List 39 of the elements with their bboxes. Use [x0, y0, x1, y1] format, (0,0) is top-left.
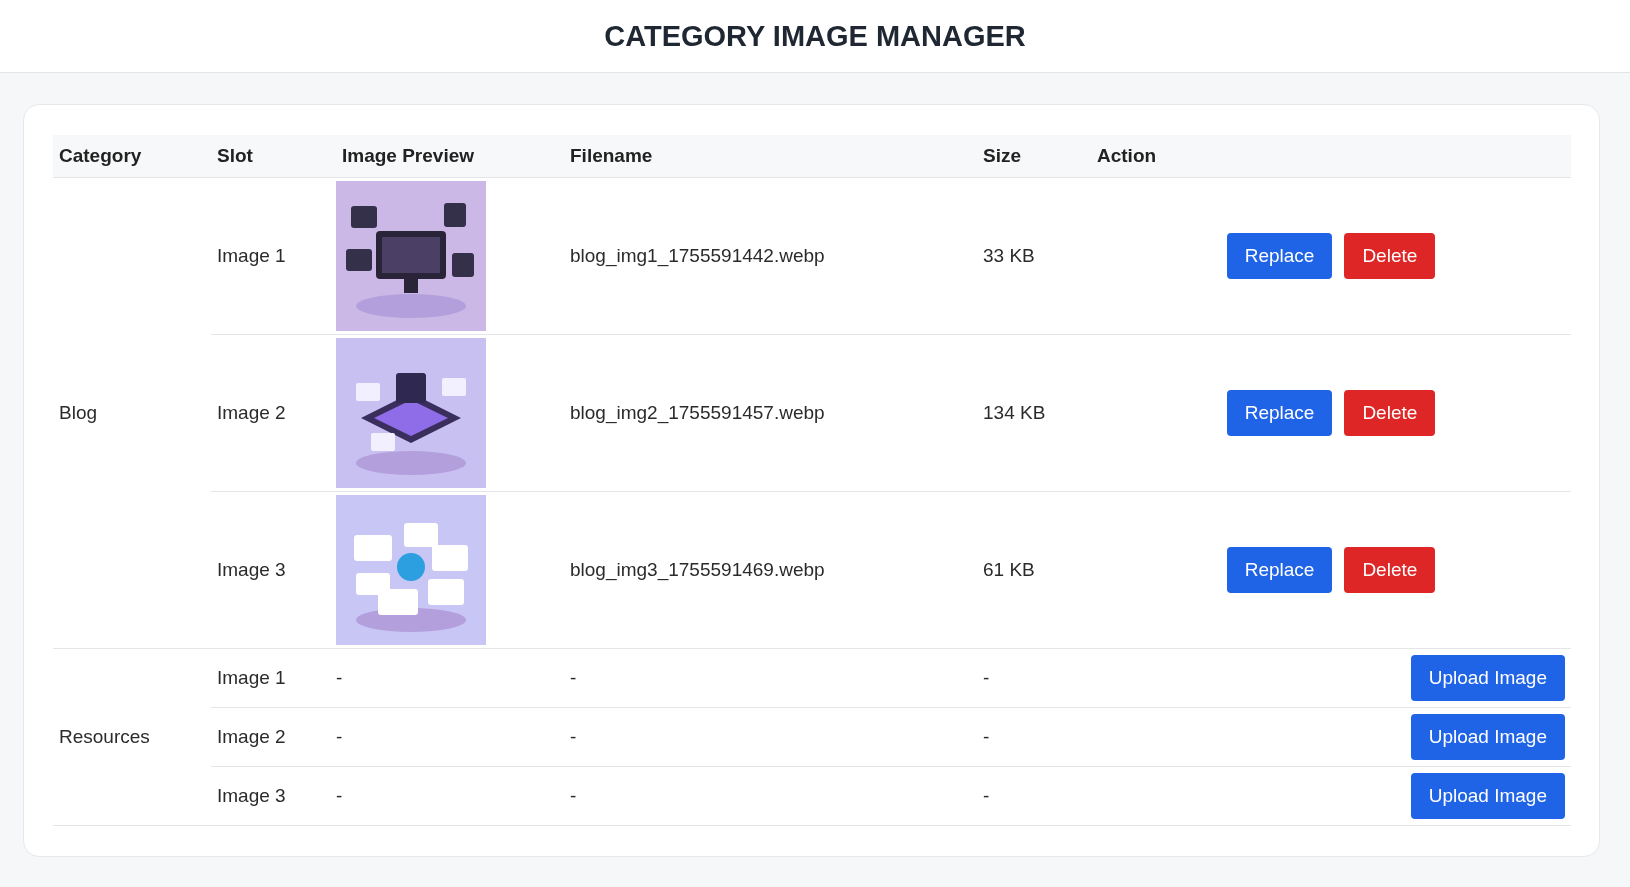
upload-button[interactable]: Upload Image [1410, 655, 1565, 701]
column-header: Slot [217, 145, 253, 166]
delete-button[interactable]: Delete [1344, 233, 1436, 279]
replace-button[interactable]: Replace [1226, 233, 1333, 279]
file-size: 134 KB [983, 402, 1046, 423]
replace-button[interactable]: Replace [1226, 547, 1333, 593]
column-header: Action [1097, 145, 1157, 166]
slot-name: Image 1 [217, 667, 286, 688]
file-size: - [983, 726, 990, 747]
file-size: - [983, 785, 990, 806]
delete-button[interactable]: Delete [1344, 547, 1436, 593]
slot-name: Image 2 [217, 402, 286, 423]
filename: blog_img3_1755591469.webp [570, 559, 825, 580]
file-size: 61 KB [983, 559, 1035, 580]
delete-button[interactable]: Delete [1344, 390, 1436, 436]
column-header: Image Preview [342, 145, 475, 166]
filename: - [570, 785, 577, 806]
replace-button[interactable]: Replace [1226, 390, 1333, 436]
page-title: CATEGORY IMAGE MANAGER [604, 19, 1026, 53]
empty-preview: - [336, 726, 343, 747]
empty-preview: - [336, 667, 343, 688]
filename: - [570, 726, 577, 747]
column-header: Category [59, 145, 142, 166]
upload-button[interactable]: Upload Image [1410, 714, 1565, 760]
filename: blog_img2_1755591457.webp [570, 402, 825, 423]
upload-button[interactable]: Upload Image [1410, 773, 1565, 819]
file-size: 33 KB [983, 245, 1035, 266]
slot-name: Image 2 [217, 726, 286, 747]
filename: blog_img1_1755591442.webp [570, 245, 825, 266]
slot-name: Image 1 [217, 245, 286, 266]
column-header: Size [983, 145, 1022, 166]
category-name: Resources [59, 726, 150, 747]
file-size: - [983, 667, 990, 688]
slot-name: Image 3 [217, 785, 286, 806]
filename: - [570, 667, 577, 688]
empty-preview: - [336, 785, 343, 806]
category-name: Blog [59, 402, 98, 423]
column-header: Filename [570, 145, 653, 166]
slot-name: Image 3 [217, 559, 286, 580]
